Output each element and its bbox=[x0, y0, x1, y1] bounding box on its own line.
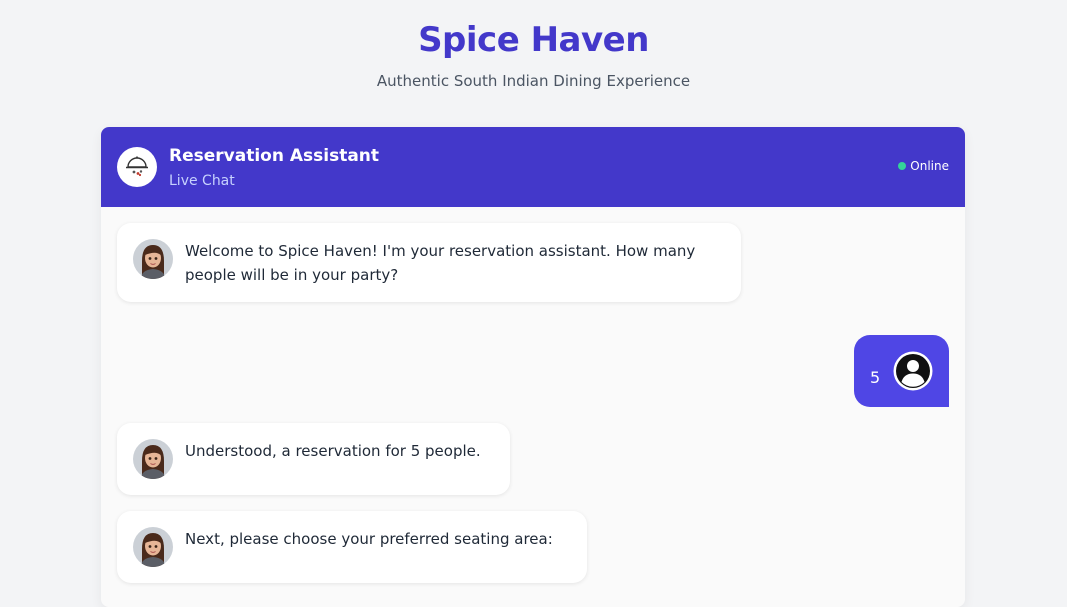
assistant-avatar bbox=[133, 527, 173, 567]
chat-header: Reservation Assistant Live Chat Online bbox=[101, 127, 965, 207]
chat-title: Reservation Assistant bbox=[169, 146, 380, 166]
bot-message: Welcome to Spice Haven! I'm your reserva… bbox=[117, 223, 741, 302]
online-dot-icon bbox=[898, 162, 907, 170]
chat-subtitle: Live Chat bbox=[169, 173, 235, 189]
status-indicator: Online bbox=[898, 159, 949, 173]
assistant-avatar bbox=[133, 439, 173, 479]
restaurant-logo-icon bbox=[117, 147, 157, 187]
message-text: Welcome to Spice Haven! I'm your reserva… bbox=[185, 242, 696, 284]
user-avatar-icon bbox=[893, 351, 933, 391]
bot-message: Understood, a reservation for 5 people. bbox=[117, 423, 510, 495]
user-message: 5 bbox=[854, 335, 949, 407]
chat-window: Reservation Assistant Live Chat Online W… bbox=[101, 127, 965, 607]
message-text: 5 bbox=[870, 368, 881, 387]
bot-message: Next, please choose your preferred seati… bbox=[117, 511, 587, 583]
message-text: Next, please choose your preferred seati… bbox=[185, 530, 553, 548]
message-text: Understood, a reservation for 5 people. bbox=[185, 442, 481, 460]
brand-title: Spice Haven bbox=[418, 20, 649, 60]
brand-subtitle: Authentic South Indian Dining Experience bbox=[376, 72, 691, 90]
status-label: Online bbox=[910, 159, 949, 173]
assistant-avatar bbox=[133, 239, 173, 279]
